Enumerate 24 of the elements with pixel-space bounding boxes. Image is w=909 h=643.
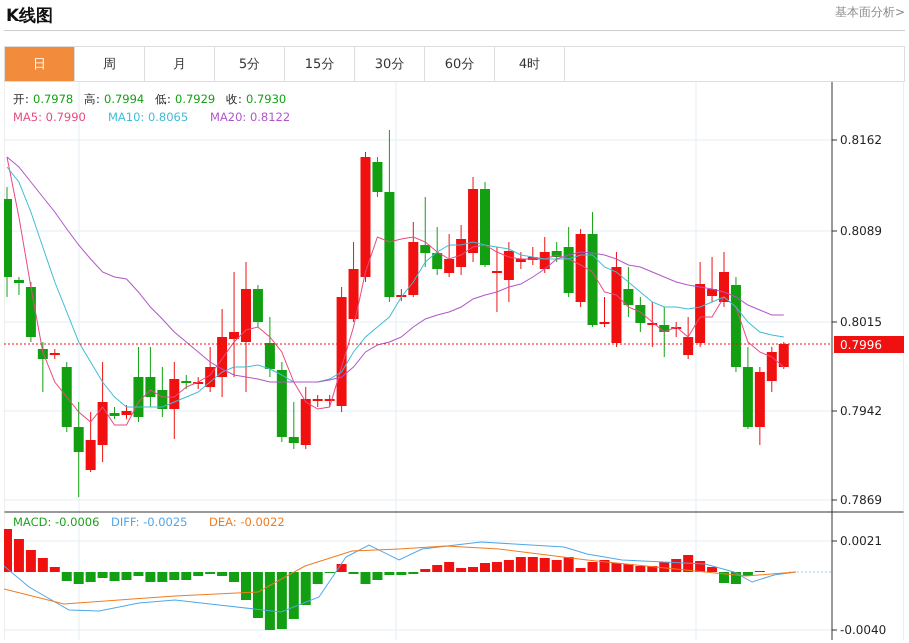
moving-average-legend: MA20: 0.8122 — [210, 110, 290, 124]
moving-average-legend: MA10: 0.8065 — [108, 110, 188, 124]
quote-label: 低: — [155, 92, 171, 106]
macd-legend: DIFF: -0.0025 — [111, 515, 188, 529]
macd-legend: MACD: -0.0006 — [13, 515, 100, 529]
quote-value: 0.7929 — [175, 92, 216, 106]
price-axis-label: 0.8015 — [840, 315, 882, 329]
moving-average-legend: MA5: 0.7990 — [13, 110, 86, 124]
price-axis-label: 0.7869 — [840, 493, 882, 507]
quote-value: 0.7994 — [104, 92, 144, 106]
page-title: K线图 — [6, 4, 54, 26]
quote-label: 开: — [13, 92, 29, 106]
macd-legend: DEA: -0.0022 — [209, 515, 285, 529]
quote-label: 高: — [84, 92, 100, 106]
price-axis-label: 0.7942 — [840, 404, 882, 418]
macd-axis-label: 0.0021 — [840, 534, 882, 548]
current-price-tag: 0.7996 — [834, 336, 904, 353]
fundamental-analysis-link[interactable]: 基本面分析> — [834, 4, 905, 21]
quote-value: 0.7930 — [246, 92, 286, 106]
quote-label: 收: — [226, 92, 242, 106]
macd-axis-label: -0.0040 — [840, 623, 886, 637]
quote-value: 0.7978 — [33, 92, 74, 106]
price-axis-label: 0.8162 — [840, 133, 882, 147]
price-axis-label: 0.8089 — [840, 224, 882, 238]
